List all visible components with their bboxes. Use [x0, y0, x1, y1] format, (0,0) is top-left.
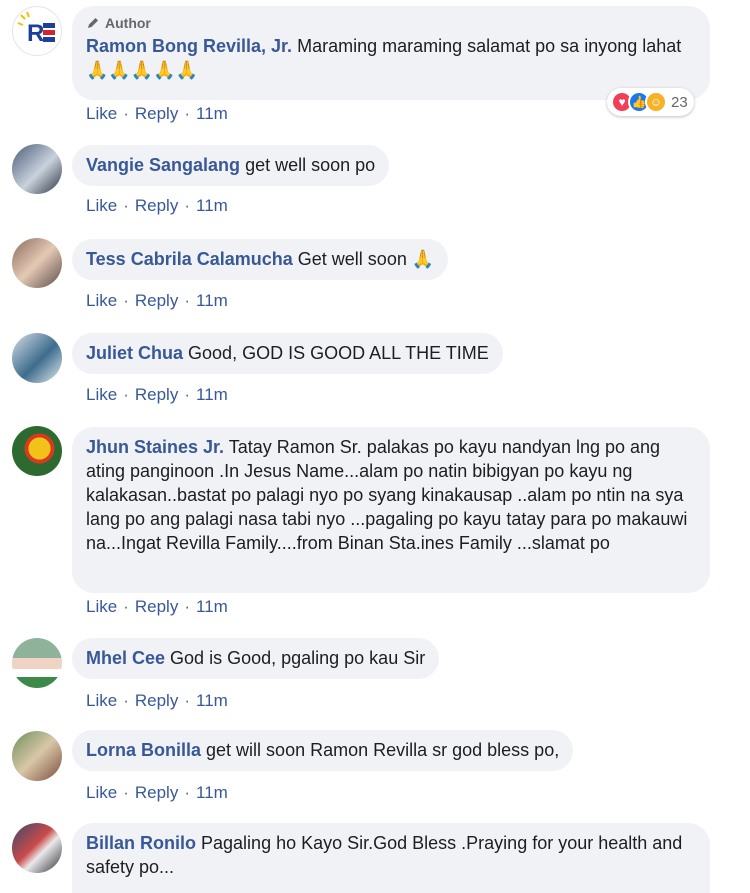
avatar[interactable] [12, 426, 62, 476]
commenter-name[interactable]: Billan Ronilo [86, 833, 196, 853]
comment-text: get will soon Ramon Revilla sr god bless… [206, 740, 560, 760]
comment-bubble: Author Ramon Bong Revilla, Jr. Maraming … [72, 6, 710, 100]
timestamp[interactable]: 11m [196, 597, 228, 617]
avatar[interactable] [12, 144, 62, 194]
comment-actions: Like · Reply · 11m [86, 104, 228, 124]
timestamp[interactable]: 11m [196, 291, 228, 311]
commenter-name[interactable]: Juliet Chua [86, 343, 183, 363]
reaction-summary[interactable]: ♥ 👍 ☺ 23 [607, 88, 694, 116]
reply-link[interactable]: Reply [135, 104, 178, 124]
like-link[interactable]: Like [86, 691, 117, 711]
avatar[interactable]: R [12, 6, 62, 56]
comment-text: God is Good, pgaling po kau Sir [170, 648, 426, 668]
like-link[interactable]: Like [86, 597, 117, 617]
reaction-count: 23 [671, 93, 688, 111]
like-link[interactable]: Like [86, 196, 117, 216]
comment-bubble: Vangie Sangalang get well soon po [72, 145, 390, 186]
comment-actions: Like · Reply · 11m [86, 291, 228, 311]
comment-actions: Like · Reply · 11m [86, 385, 228, 405]
comment-bubble: Tess Cabrila Calamucha Get well soon 🙏 [72, 239, 449, 280]
author-badge: Author [86, 14, 696, 32]
timestamp[interactable]: 11m [196, 385, 228, 405]
timestamp[interactable]: 11m [196, 196, 228, 216]
like-link[interactable]: Like [86, 104, 117, 124]
comment-actions: Like · Reply · 11m [86, 597, 228, 617]
like-link[interactable]: Like [86, 783, 117, 803]
reply-link[interactable]: Reply [135, 691, 178, 711]
comment-actions: Like · Reply · 11m [86, 783, 228, 803]
reply-link[interactable]: Reply [135, 783, 178, 803]
care-icon: ☺ [645, 91, 667, 113]
timestamp[interactable]: 11m [196, 104, 228, 124]
timestamp[interactable]: 11m [196, 783, 228, 803]
reply-link[interactable]: Reply [135, 385, 178, 405]
timestamp[interactable]: 11m [196, 691, 228, 711]
commenter-name[interactable]: Tess Cabrila Calamucha [86, 249, 293, 269]
page-logo-icon: R [14, 8, 61, 55]
comment-bubble: Jhun Staines Jr. Tatay Ramon Sr. palakas… [72, 427, 710, 593]
like-link[interactable]: Like [86, 385, 117, 405]
comment-actions: Like · Reply · 11m [86, 196, 228, 216]
avatar[interactable] [12, 823, 62, 873]
comment-bubble: Mhel Cee God is Good, pgaling po kau Sir [72, 638, 440, 679]
pencil-icon [88, 18, 98, 28]
avatar[interactable] [12, 238, 62, 288]
commenter-name[interactable]: Lorna Bonilla [86, 740, 201, 760]
comment-bubble: Lorna Bonilla get will soon Ramon Revill… [72, 730, 574, 771]
commenter-name[interactable]: Vangie Sangalang [86, 155, 240, 175]
comment-bubble: Billan Ronilo Pagaling ho Kayo Sir.God B… [72, 823, 710, 893]
author-badge-label: Author [105, 15, 151, 31]
avatar[interactable] [12, 731, 62, 781]
avatar[interactable] [12, 638, 62, 688]
reply-link[interactable]: Reply [135, 196, 178, 216]
comment-text: Good, GOD IS GOOD ALL THE TIME [188, 343, 489, 363]
avatar[interactable] [12, 333, 62, 383]
svg-text:R: R [27, 20, 44, 47]
commenter-name[interactable]: Jhun Staines Jr. [86, 437, 224, 457]
comment-text: Get well soon 🙏 [297, 249, 435, 269]
commenter-name[interactable]: Ramon Bong Revilla, Jr. [86, 36, 292, 56]
commenter-name[interactable]: Mhel Cee [86, 648, 165, 668]
reply-link[interactable]: Reply [135, 291, 178, 311]
comment-actions: Like · Reply · 11m [86, 691, 228, 711]
comment-bubble: Juliet Chua Good, GOD IS GOOD ALL THE TI… [72, 333, 503, 374]
like-link[interactable]: Like [86, 291, 117, 311]
comment-text: get well soon po [245, 155, 376, 175]
reply-link[interactable]: Reply [135, 597, 178, 617]
